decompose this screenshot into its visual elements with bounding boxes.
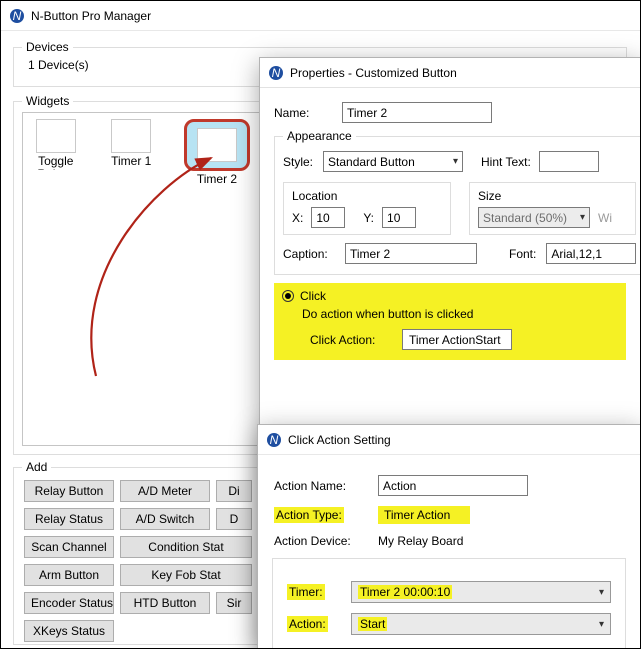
properties-titlebar: N Properties - Customized Button bbox=[260, 58, 640, 88]
add-ad-meter[interactable]: A/D Meter bbox=[120, 480, 210, 502]
widget-thumb bbox=[36, 119, 76, 153]
action-device-value: My Relay Board bbox=[378, 534, 463, 548]
name-input[interactable] bbox=[342, 102, 492, 123]
location-label: Location bbox=[292, 189, 442, 203]
click-action-label: Click Action: bbox=[310, 333, 392, 347]
timer-select[interactable]: Timer 2 00:00:10 ▾ bbox=[351, 581, 611, 603]
timer-value: Timer 2 00:00:10 bbox=[358, 585, 452, 599]
add-condition-stat[interactable]: Condition Stat bbox=[120, 536, 252, 558]
x-label: X: bbox=[292, 211, 303, 225]
add-group: Add Relay Button A/D Meter Di Relay Stat… bbox=[13, 467, 261, 645]
add-relay-status[interactable]: Relay Status bbox=[24, 508, 114, 530]
click-desc: Do action when button is clicked bbox=[282, 303, 618, 321]
chevron-down-icon: ▾ bbox=[599, 587, 604, 598]
click-action-setting-dialog: N Click Action Setting Action Name: Acti… bbox=[257, 424, 641, 649]
add-encoder-status[interactable]: Encoder Status bbox=[24, 592, 114, 614]
click-label: Click bbox=[300, 289, 326, 303]
properties-title: Properties - Customized Button bbox=[290, 66, 457, 80]
add-relay-button[interactable]: Relay Button bbox=[24, 480, 114, 502]
action-type-label: Action Type: bbox=[274, 507, 344, 523]
widget-timer-2[interactable]: Timer 2 bbox=[184, 119, 250, 188]
style-label: Style: bbox=[283, 155, 313, 169]
size-group: Size Standard (50%) ▾ Wi bbox=[469, 182, 636, 235]
main-title: N-Button Pro Manager bbox=[31, 9, 151, 23]
y-input[interactable] bbox=[382, 207, 416, 228]
widget-label: Timer 2 bbox=[197, 173, 237, 188]
action-label: Action: bbox=[287, 616, 328, 632]
widget-thumb bbox=[111, 119, 151, 153]
appearance-group: Appearance Style: Standard Button ▾ Hint… bbox=[274, 129, 641, 275]
action-type-value: Timer Action bbox=[378, 506, 470, 524]
widgets-group: Widgets Toggle Relays Timer 1 Timer 2 bbox=[13, 101, 261, 455]
app-icon: N bbox=[9, 8, 25, 24]
main-titlebar: N N-Button Pro Manager bbox=[1, 1, 641, 31]
style-select[interactable]: Standard Button ▾ bbox=[323, 151, 463, 172]
app-icon: N bbox=[268, 65, 284, 81]
widget-label: Toggle Relays bbox=[37, 155, 74, 170]
y-label: Y: bbox=[363, 211, 374, 225]
caption-label: Caption: bbox=[283, 247, 335, 261]
action-device-label: Action Device: bbox=[274, 534, 366, 548]
click-radio[interactable]: Click bbox=[282, 289, 618, 303]
add-htd-button[interactable]: HTD Button bbox=[120, 592, 210, 614]
action-value: Start bbox=[358, 617, 387, 631]
size-extra-label: Wi bbox=[598, 211, 612, 225]
font-label: Font: bbox=[509, 247, 536, 261]
cas-title: Click Action Setting bbox=[288, 433, 391, 447]
cas-titlebar: N Click Action Setting bbox=[258, 425, 640, 455]
svg-text:N: N bbox=[270, 433, 279, 447]
widget-label: Timer 1 bbox=[111, 155, 151, 170]
add-d[interactable]: D bbox=[216, 508, 252, 530]
click-section: Click Do action when button is clicked C… bbox=[274, 283, 626, 360]
widget-toggle-relays[interactable]: Toggle Relays bbox=[33, 119, 79, 188]
add-key-fob-stat[interactable]: Key Fob Stat bbox=[120, 564, 252, 586]
location-group: Location X: Y: bbox=[283, 182, 451, 235]
size-label: Size bbox=[478, 189, 627, 203]
size-select[interactable]: Standard (50%) ▾ bbox=[478, 207, 590, 228]
chevron-down-icon: ▾ bbox=[599, 619, 604, 630]
chevron-down-icon: ▾ bbox=[580, 212, 585, 223]
widgets-list[interactable]: Toggle Relays Timer 1 Timer 2 bbox=[22, 112, 261, 446]
chevron-down-icon: ▾ bbox=[453, 156, 458, 167]
caption-input[interactable] bbox=[345, 243, 477, 264]
add-sir[interactable]: Sir bbox=[216, 592, 252, 614]
style-value: Standard Button bbox=[328, 155, 415, 169]
device-count: 1 Device(s) bbox=[28, 58, 89, 72]
action-select[interactable]: Start ▾ bbox=[351, 613, 611, 635]
timer-label: Timer: bbox=[287, 584, 325, 600]
name-label: Name: bbox=[274, 106, 332, 120]
devices-label: Devices bbox=[22, 40, 73, 54]
widget-timer-1[interactable]: Timer 1 bbox=[109, 119, 155, 188]
x-input[interactable] bbox=[311, 207, 345, 228]
widgets-label: Widgets bbox=[22, 94, 73, 108]
svg-text:N: N bbox=[13, 9, 22, 23]
size-value: Standard (50%) bbox=[483, 211, 567, 225]
add-ad-switch[interactable]: A/D Switch bbox=[120, 508, 210, 530]
add-scan-channel[interactable]: Scan Channel bbox=[24, 536, 114, 558]
hint-label: Hint Text: bbox=[481, 155, 531, 169]
add-arm-button[interactable]: Arm Button bbox=[24, 564, 114, 586]
appearance-label: Appearance bbox=[283, 129, 356, 143]
action-name-label: Action Name: bbox=[274, 479, 366, 493]
svg-text:N: N bbox=[272, 66, 281, 80]
font-input[interactable] bbox=[546, 243, 636, 264]
widget-thumb bbox=[197, 128, 237, 162]
add-label: Add bbox=[22, 460, 51, 474]
add-di[interactable]: Di bbox=[216, 480, 252, 502]
add-xkeys-status[interactable]: XKeys Status bbox=[24, 620, 114, 642]
hint-input[interactable] bbox=[539, 151, 599, 172]
radio-checked-icon bbox=[282, 290, 294, 302]
click-action-value[interactable]: Timer ActionStart bbox=[402, 329, 512, 350]
action-name-input[interactable] bbox=[378, 475, 528, 496]
action-params-group: Timer: Timer 2 00:00:10 ▾ Action: Start … bbox=[272, 558, 626, 649]
app-icon: N bbox=[266, 432, 282, 448]
